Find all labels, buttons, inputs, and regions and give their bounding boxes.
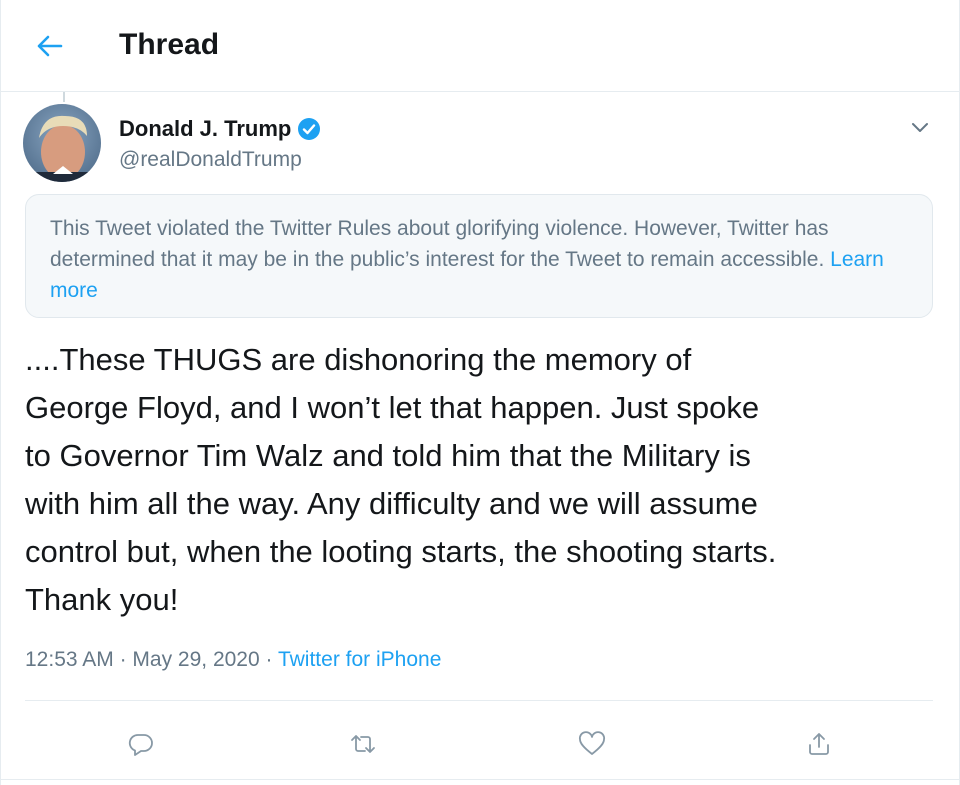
tweet-thread-page: Thread Donald J. Trump @realDonaldTrump: [0, 0, 960, 785]
heart-icon: [579, 731, 605, 755]
verified-badge-icon: [298, 118, 321, 140]
author-name-row[interactable]: Donald J. Trump: [119, 116, 321, 142]
profile-photo-icon: [23, 104, 101, 182]
thread-header: Thread: [1, 0, 960, 92]
meta-separator: ·: [265, 648, 278, 671]
reply-button[interactable]: [119, 722, 163, 766]
tweet-meta: 12:53 AM · May 29, 2020 · Twitter for iP…: [25, 648, 441, 672]
retweet-button[interactable]: [341, 722, 385, 766]
reply-icon: [128, 734, 153, 756]
tweet-body-line: control but, when the looting starts, th…: [25, 534, 777, 569]
rules-violation-notice: This Tweet violated the Twitter Rules ab…: [25, 194, 933, 318]
thread-bottom-border: [1, 779, 960, 780]
meta-separator: ·: [119, 648, 133, 671]
notice-text: This Tweet violated the Twitter Rules ab…: [50, 217, 831, 271]
tweet-menu-button[interactable]: [905, 112, 935, 142]
back-button[interactable]: [27, 26, 71, 66]
avatar[interactable]: [23, 104, 101, 182]
tweet-actions-bar: [25, 716, 933, 772]
tweet-body: ....These THUGS are dishonoring the memo…: [25, 336, 937, 624]
author-display-name[interactable]: Donald J. Trump: [119, 116, 291, 142]
thread-connector: [63, 92, 65, 102]
share-button[interactable]: [797, 722, 841, 766]
like-button[interactable]: [570, 722, 614, 766]
tweet-source-link[interactable]: Twitter for iPhone: [278, 648, 441, 671]
retweet-icon: [351, 735, 375, 753]
chevron-down-icon: [912, 123, 928, 132]
tweet-date[interactable]: May 29, 2020: [132, 648, 259, 671]
page-title: Thread: [119, 28, 220, 61]
arrow-left-icon: [37, 35, 63, 57]
share-icon: [809, 733, 829, 755]
actions-divider: [25, 700, 933, 701]
author-handle[interactable]: @realDonaldTrump: [119, 148, 302, 172]
tweet-body-line: to Governor Tim Walz and told him that t…: [25, 438, 751, 473]
tweet-body-line: with him all the way. Any difficulty and…: [25, 486, 758, 521]
tweet-body-line: George Floyd, and I won’t let that happe…: [25, 390, 760, 425]
tweet-body-line: ....These THUGS are dishonoring the memo…: [25, 342, 692, 377]
tweet-time[interactable]: 12:53 AM: [25, 648, 114, 671]
tweet-body-line: Thank you!: [25, 582, 179, 617]
